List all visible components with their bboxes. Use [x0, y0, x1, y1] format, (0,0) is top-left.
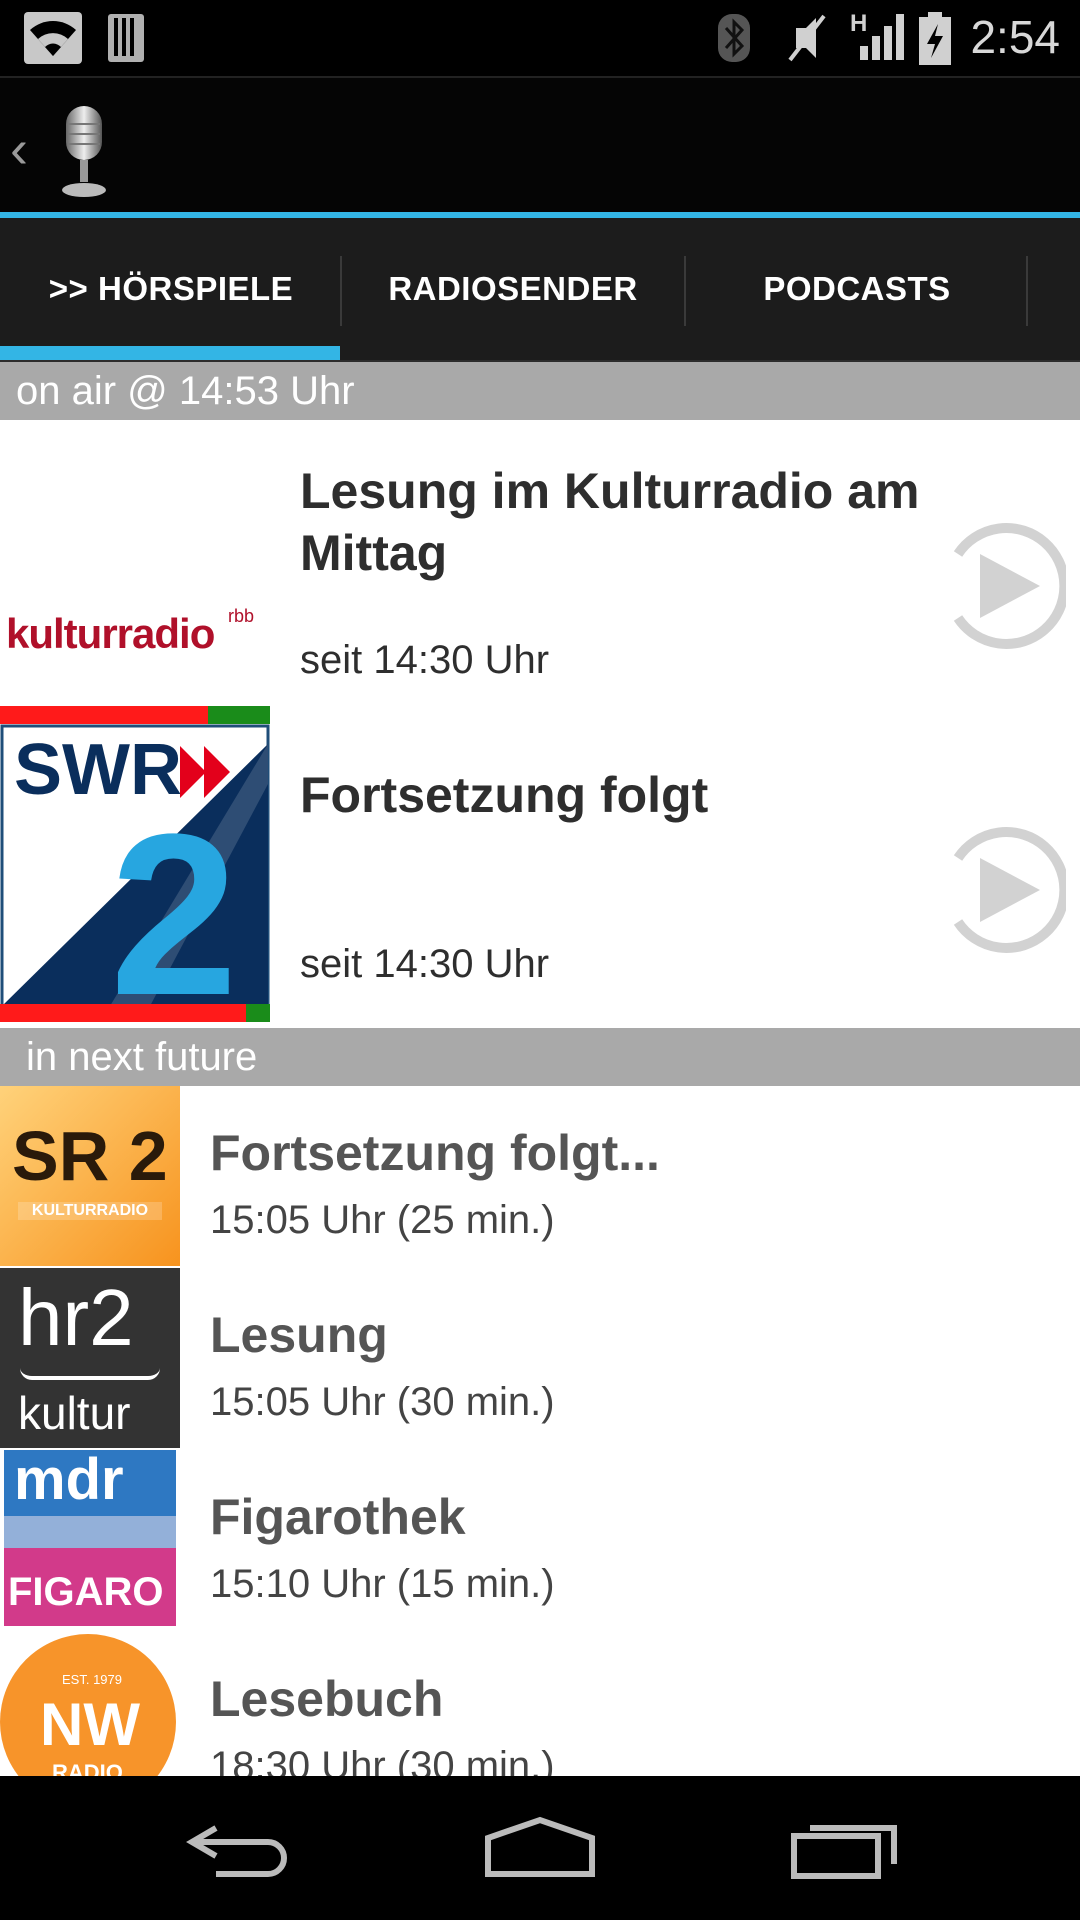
kulturradio-logo: kulturradio rbb	[0, 420, 270, 704]
recents-icon[interactable]	[790, 1816, 900, 1880]
program-time: 18:30 Uhr (30 min.)	[210, 1744, 555, 1776]
tab-hoerspiele[interactable]: >> HÖRSPIELE	[0, 218, 342, 360]
on-air-item[interactable]: kulturradio rbb Lesung im Kulturradio am…	[0, 420, 1080, 724]
logo-text: kultur	[18, 1387, 131, 1439]
hr2-logo: hr2 kultur	[0, 1268, 180, 1448]
tab-divider	[1026, 256, 1028, 326]
home-icon[interactable]	[484, 1816, 596, 1878]
program-since: seit 14:30 Uhr	[300, 638, 550, 682]
logo-text: KULTURRADIO	[18, 1202, 162, 1220]
on-air-item[interactable]: SWR 2 Fortsetzung folgt seit 14:30 Uhr	[0, 724, 1080, 1043]
logo-text: kulturradio	[6, 610, 215, 657]
future-item[interactable]: SR 2 KULTURRADIO Fortsetzung folgt... 15…	[0, 1086, 1080, 1266]
action-bar: ‹	[0, 76, 1080, 216]
program-list[interactable]: on air @ 14:53 Uhr kulturradio rbb Lesun…	[0, 362, 1080, 1776]
program-title: Figarothek	[210, 1489, 466, 1545]
logo-text: FIGARO	[8, 1570, 164, 1614]
nw-radio-logo: EST. 1979 NW RADIO	[0, 1632, 180, 1776]
on-air-header: on air @ 14:53 Uhr	[0, 362, 1080, 420]
up-caret-icon[interactable]: ‹	[10, 118, 28, 180]
clock: 2:54	[970, 11, 1060, 63]
logo-text: EST. 1979	[62, 1672, 122, 1687]
battery-icon	[919, 12, 951, 65]
program-time: 15:10 Uhr (15 min.)	[210, 1562, 555, 1606]
tab-podcasts[interactable]: PODCASTS	[686, 218, 1028, 360]
program-title: Fortsetzung folgt...	[210, 1125, 660, 1181]
progress-bar	[0, 1004, 270, 1022]
future-item[interactable]: mdr FIGARO Figarothek 15:10 Uhr (15 min.…	[0, 1450, 1080, 1630]
tab-radiosender[interactable]: RADIOSENDER	[342, 218, 684, 360]
program-title: Fortsetzung folgt	[300, 767, 709, 823]
logo-band	[4, 1516, 176, 1548]
logo-text: mdr	[14, 1450, 124, 1512]
signal-icon	[860, 14, 904, 60]
future-item[interactable]: hr2 kultur Lesung 15:05 Uhr (30 min.)	[0, 1268, 1080, 1448]
future-item[interactable]: EST. 1979 NW RADIO Lesebuch 18:30 Uhr (3…	[0, 1632, 1080, 1776]
wifi-icon	[24, 12, 82, 64]
play-icon[interactable]	[940, 824, 1066, 956]
storage-icon	[108, 14, 144, 62]
tab-bar: >> HÖRSPIELE RADIOSENDER PODCASTS	[0, 218, 1080, 362]
logo-text: SR 2	[12, 1117, 168, 1195]
mdr-figaro-logo: mdr FIGARO	[0, 1450, 180, 1630]
back-icon[interactable]	[186, 1820, 292, 1880]
logo-text: 2	[110, 786, 238, 1008]
sr2-logo: SR 2 KULTURRADIO	[0, 1086, 180, 1266]
program-time: 15:05 Uhr (30 min.)	[210, 1380, 555, 1424]
swr2-logo: SWR 2	[0, 724, 270, 1043]
logo-text: RADIO	[52, 1760, 123, 1776]
play-icon[interactable]	[940, 520, 1066, 652]
program-title: Lesebuch	[210, 1671, 444, 1727]
program-title: Lesung	[210, 1307, 388, 1363]
program-title: Lesung im Kulturradio am Mittag	[300, 463, 920, 581]
status-bar: H 2:54	[0, 0, 1080, 76]
muted-icon	[788, 14, 826, 62]
program-since: seit 14:30 Uhr	[300, 942, 550, 986]
bluetooth-icon	[718, 14, 750, 62]
microphone-icon[interactable]	[58, 104, 110, 200]
progress-bar	[0, 706, 270, 724]
program-time: 15:05 Uhr (25 min.)	[210, 1198, 555, 1242]
logo-text: hr2	[18, 1273, 134, 1362]
logo-text: NW	[40, 1691, 140, 1758]
navigation-bar	[0, 1776, 1080, 1920]
logo-text: rbb	[228, 606, 255, 626]
tab-selected-indicator	[0, 346, 340, 360]
next-future-header: in next future	[0, 1028, 1080, 1086]
logo-swoosh	[20, 1368, 160, 1380]
swr2-logo-art: SWR 2	[0, 724, 270, 1043]
